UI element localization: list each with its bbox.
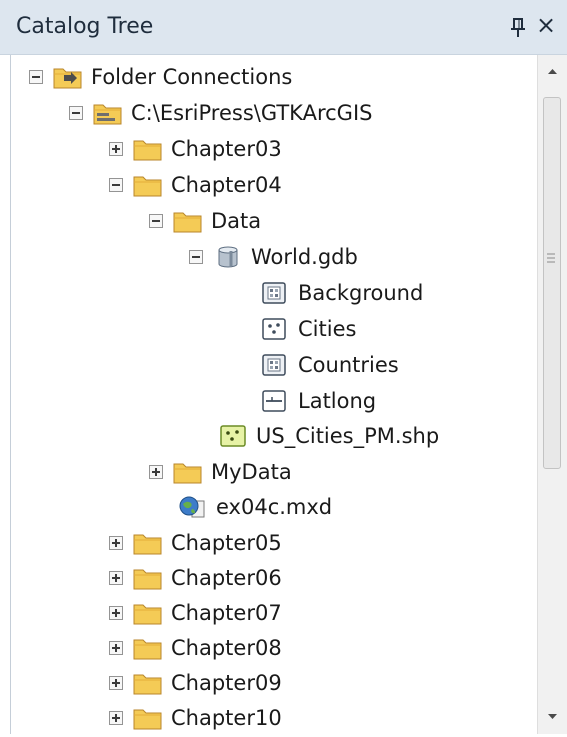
tree-node[interactable]: Chapter03 — [109, 132, 282, 166]
tree-node-label: World.gdb — [251, 245, 358, 269]
tree-node-label: Folder Connections — [91, 65, 293, 89]
tree-node[interactable]: ex04c.mxd — [178, 490, 332, 524]
panel-title: Catalog Tree — [16, 14, 154, 39]
tree-node-label: Background — [298, 281, 424, 305]
map-document-icon — [178, 495, 208, 519]
tree-node-label: MyData — [211, 460, 292, 484]
tree-node-label: Data — [211, 209, 262, 233]
expand-toggle[interactable] — [109, 142, 123, 156]
scroll-up-button[interactable] — [538, 55, 567, 85]
tree-node[interactable]: Chapter06 — [109, 561, 282, 595]
tree-node[interactable]: Data — [149, 204, 261, 238]
folder-icon — [133, 706, 163, 730]
tree-node[interactable]: Folder Connections — [29, 60, 292, 94]
tree-node-label: Chapter10 — [171, 706, 282, 730]
tree-view: Folder Connections C:\EsriPress\GTKArcGI… — [10, 55, 535, 734]
raster-dataset-icon — [260, 353, 290, 377]
title-bar: Catalog Tree × — [0, 0, 567, 55]
expand-toggle[interactable] — [109, 536, 123, 550]
tree-node-label: Chapter07 — [171, 601, 282, 625]
tree-node-label: US_Cities_PM.shp — [256, 424, 440, 448]
tree-node-label: Chapter03 — [171, 137, 282, 161]
tree-node[interactable]: C:\EsriPress\GTKArcGIS — [69, 96, 372, 130]
collapse-toggle[interactable] — [149, 214, 163, 228]
scrollbar-thumb[interactable] — [543, 97, 561, 469]
expand-toggle[interactable] — [109, 641, 123, 655]
tree-node-label: Countries — [298, 353, 399, 377]
tree-node[interactable]: Chapter10 — [109, 701, 282, 735]
expand-toggle[interactable] — [149, 465, 163, 479]
tree-node[interactable]: US_Cities_PM.shp — [218, 419, 439, 453]
tree-node[interactable]: Chapter04 — [109, 168, 282, 202]
tree-node[interactable]: Chapter09 — [109, 666, 282, 700]
folder-icon — [173, 460, 203, 484]
tree-node-label: ex04c.mxd — [216, 495, 333, 519]
tree-node-label: Chapter06 — [171, 566, 282, 590]
expand-toggle[interactable] — [109, 711, 123, 725]
collapse-toggle[interactable] — [189, 250, 203, 264]
line-feature-class-icon — [260, 389, 290, 413]
tree-node[interactable]: Cities — [260, 312, 356, 346]
tree-node[interactable]: Chapter05 — [109, 526, 282, 560]
point-feature-class-icon — [260, 317, 290, 341]
close-button[interactable]: × — [536, 10, 556, 40]
tree-node[interactable]: Latlong — [260, 384, 376, 418]
catalog-tree-window: Catalog Tree × Folder Connections C:\Esr… — [0, 0, 567, 734]
tree-node[interactable]: Countries — [260, 348, 399, 382]
geodatabase-icon — [213, 245, 243, 269]
tree-node[interactable]: MyData — [149, 455, 292, 489]
collapse-toggle[interactable] — [69, 106, 83, 120]
pin-icon[interactable] — [510, 18, 526, 38]
tree-node[interactable]: Chapter07 — [109, 596, 282, 630]
folder-icon — [133, 601, 163, 625]
folder-icon — [133, 531, 163, 555]
folder-icon — [133, 566, 163, 590]
scroll-down-button[interactable] — [538, 703, 567, 733]
folder-icon — [133, 137, 163, 161]
tree-node[interactable]: World.gdb — [189, 240, 358, 274]
tree-node-label: Chapter05 — [171, 531, 282, 555]
folder-icon — [133, 173, 163, 197]
tree-node-label: C:\EsriPress\GTKArcGIS — [131, 101, 373, 125]
tree-node[interactable]: Background — [260, 276, 423, 310]
expand-toggle[interactable] — [109, 571, 123, 585]
tree-node-label: Latlong — [298, 389, 377, 413]
folder-connections-icon — [53, 65, 83, 89]
expand-toggle[interactable] — [109, 676, 123, 690]
shapefile-icon — [218, 424, 248, 448]
tree-node-label: Chapter04 — [171, 173, 282, 197]
folder-icon — [173, 209, 203, 233]
folder-connection-icon — [93, 101, 123, 125]
vertical-scrollbar[interactable] — [537, 55, 567, 734]
folder-icon — [133, 636, 163, 660]
scrollbar-grip-icon — [547, 248, 555, 263]
tree-node[interactable]: Chapter08 — [109, 631, 282, 665]
collapse-toggle[interactable] — [29, 70, 43, 84]
expand-toggle[interactable] — [109, 606, 123, 620]
folder-icon — [133, 671, 163, 695]
tree-node-label: Chapter09 — [171, 671, 282, 695]
raster-dataset-icon — [260, 281, 290, 305]
tree-node-label: Chapter08 — [171, 636, 282, 660]
collapse-toggle[interactable] — [109, 178, 123, 192]
tree-node-label: Cities — [298, 317, 357, 341]
